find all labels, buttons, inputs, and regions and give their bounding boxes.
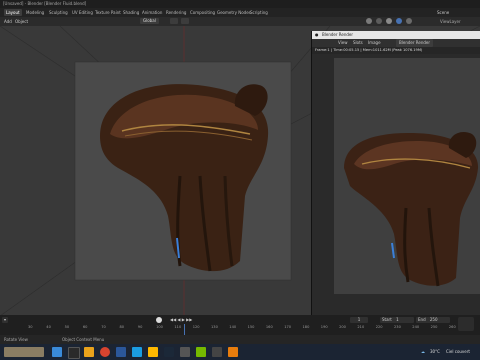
xray-icon[interactable] — [376, 18, 382, 24]
frame-tick-label: 30 — [28, 325, 33, 329]
render-window[interactable]: ● Blender Render View Slots Image Blende… — [311, 31, 480, 315]
temperature[interactable]: 30°C — [430, 348, 440, 356]
app-icon[interactable] — [180, 347, 190, 357]
rendered-hair — [344, 131, 479, 287]
frame-tick-label: 50 — [64, 325, 70, 329]
shading-solid-icon[interactable] — [386, 18, 392, 24]
frame-tick-label: 190 — [320, 325, 328, 329]
folder-icon[interactable] — [148, 347, 158, 357]
menu-add[interactable]: Add — [4, 18, 12, 25]
terminal-icon[interactable] — [212, 347, 222, 357]
snap-icon[interactable] — [170, 18, 178, 24]
image-name-dropdown[interactable]: Blender Render — [396, 39, 434, 47]
edge-icon[interactable] — [132, 347, 142, 357]
widgets-icon[interactable] — [4, 347, 44, 357]
frame-tick-label: 200 — [339, 325, 346, 329]
end-label: End — [418, 317, 426, 322]
weather-description[interactable]: Ciel couvert — [446, 348, 470, 356]
playback-controls-icon[interactable]: ◀◀ ◀ ▶ ▶▶ — [170, 317, 192, 323]
shading-material-icon[interactable] — [396, 18, 402, 24]
frame-tick-label: 260 — [448, 325, 456, 329]
tab-scripting[interactable]: Scripting — [248, 9, 270, 16]
status-bar: Rotate View Object Context Menu — [0, 335, 480, 344]
tab-uv-editing[interactable]: UV Editing — [70, 9, 95, 16]
frame-tick-label: 70 — [101, 325, 106, 329]
frame-tick-label: 210 — [357, 325, 365, 329]
render-info-text: Frame:1 | Time:00:05.15 | Mem:1011.62M (… — [315, 48, 423, 52]
frame-tick-label: 90 — [137, 325, 143, 329]
menu-view[interactable]: View — [338, 39, 348, 47]
timeline-menu-label[interactable]: ▾ — [2, 317, 9, 323]
window-title: [Unsaved] - Blender [Blender Fluid.blend… — [3, 1, 87, 6]
workspace-tabs: Layout Modeling Sculpting UV Editing Tex… — [0, 8, 480, 17]
frame-tick-label: 230 — [394, 325, 401, 329]
current-frame-field[interactable]: 1 — [350, 317, 368, 323]
render-info: Frame:1 | Time:00:05.15 | Mem:1011.62M (… — [312, 47, 480, 54]
image-editor-header: View Slots Image Blender Render — [312, 39, 480, 47]
frame-tick-label: 220 — [375, 325, 383, 329]
file-explorer-icon[interactable] — [84, 347, 94, 357]
search-icon[interactable] — [68, 347, 80, 359]
view-layer-label[interactable]: ViewLayer — [440, 18, 461, 25]
menu-object[interactable]: Object — [15, 18, 28, 25]
shading-rendered-icon[interactable] — [406, 18, 412, 24]
menu-image[interactable]: Image — [368, 39, 381, 47]
frame-tick-label: 120 — [192, 325, 200, 329]
nvidia-icon[interactable] — [196, 347, 206, 357]
window-title-bar: [Unsaved] - Blender [Blender Fluid.blend… — [0, 0, 480, 8]
render-window-title: Blender Render — [322, 32, 354, 37]
status-left: Rotate View — [4, 337, 28, 342]
proportional-edit-icon[interactable] — [181, 18, 189, 24]
render-window-title-bar: ● Blender Render — [312, 31, 480, 39]
transform-orientation-dropdown[interactable]: Global — [140, 18, 159, 24]
timeline-options-icon[interactable] — [458, 317, 474, 331]
frame-tick-label: 80 — [119, 325, 125, 329]
viewport-overlay-icon[interactable] — [366, 18, 372, 24]
frame-tick-label: 250 — [430, 325, 438, 329]
chrome-icon[interactable] — [100, 347, 110, 357]
playhead[interactable] — [184, 324, 185, 335]
tab-animation[interactable]: Animation — [140, 9, 164, 16]
tab-texture-paint[interactable]: Texture Paint — [93, 9, 123, 16]
start-icon[interactable] — [52, 347, 62, 357]
tab-modeling[interactable]: Modeling — [24, 9, 46, 16]
render-canvas[interactable] — [334, 58, 480, 294]
frame-tick-label: 140 — [229, 325, 237, 329]
frame-tick-label: 180 — [302, 325, 310, 329]
frame-tick-label: 160 — [265, 325, 273, 329]
windows-taskbar: ☁ 30°C Ciel couvert — [0, 344, 480, 360]
tab-compositing[interactable]: Compositing — [188, 9, 217, 16]
frame-tick-label: 170 — [284, 325, 292, 329]
start-frame-field[interactable]: Start 1 — [380, 317, 414, 323]
record-icon[interactable] — [156, 317, 162, 323]
blender-logo-icon: ● — [315, 32, 319, 37]
tab-sculpting[interactable]: Sculpting — [47, 9, 70, 16]
frame-tick-label: 130 — [211, 325, 218, 329]
timeline[interactable]: ▾ ◀◀ ◀ ▶ ▶▶ 1 Start 1 End 250 30 40 50 60 70… — [0, 315, 480, 335]
scene-selector[interactable]: Scene — [437, 9, 449, 16]
steam-icon[interactable] — [164, 347, 174, 357]
end-frame-field[interactable]: End 250 — [416, 317, 450, 323]
frame-tick-label: 110 — [174, 325, 182, 329]
frame-tick-label: 100 — [156, 325, 163, 329]
start-value: 1 — [396, 317, 399, 322]
frame-tick-label: 240 — [412, 325, 420, 329]
tab-shading[interactable]: Shading — [121, 9, 141, 16]
viewport-header: Add Object Global ViewLayer — [0, 17, 480, 26]
start-label: Start — [382, 317, 392, 322]
frame-tick-label: 60 — [82, 325, 88, 329]
weather-icon[interactable]: ☁ — [421, 348, 425, 356]
blender-taskbar-icon[interactable] — [228, 347, 238, 357]
frame-tick-label: 40 — [46, 325, 51, 329]
end-value: 250 — [429, 317, 438, 322]
frame-tick-label: 150 — [247, 325, 255, 329]
tab-layout[interactable]: Layout — [4, 9, 22, 16]
status-middle: Object Context Menu — [62, 337, 105, 342]
tab-rendering[interactable]: Rendering — [164, 9, 188, 16]
menu-slots[interactable]: Slots — [353, 39, 363, 47]
word-icon[interactable] — [116, 347, 126, 357]
